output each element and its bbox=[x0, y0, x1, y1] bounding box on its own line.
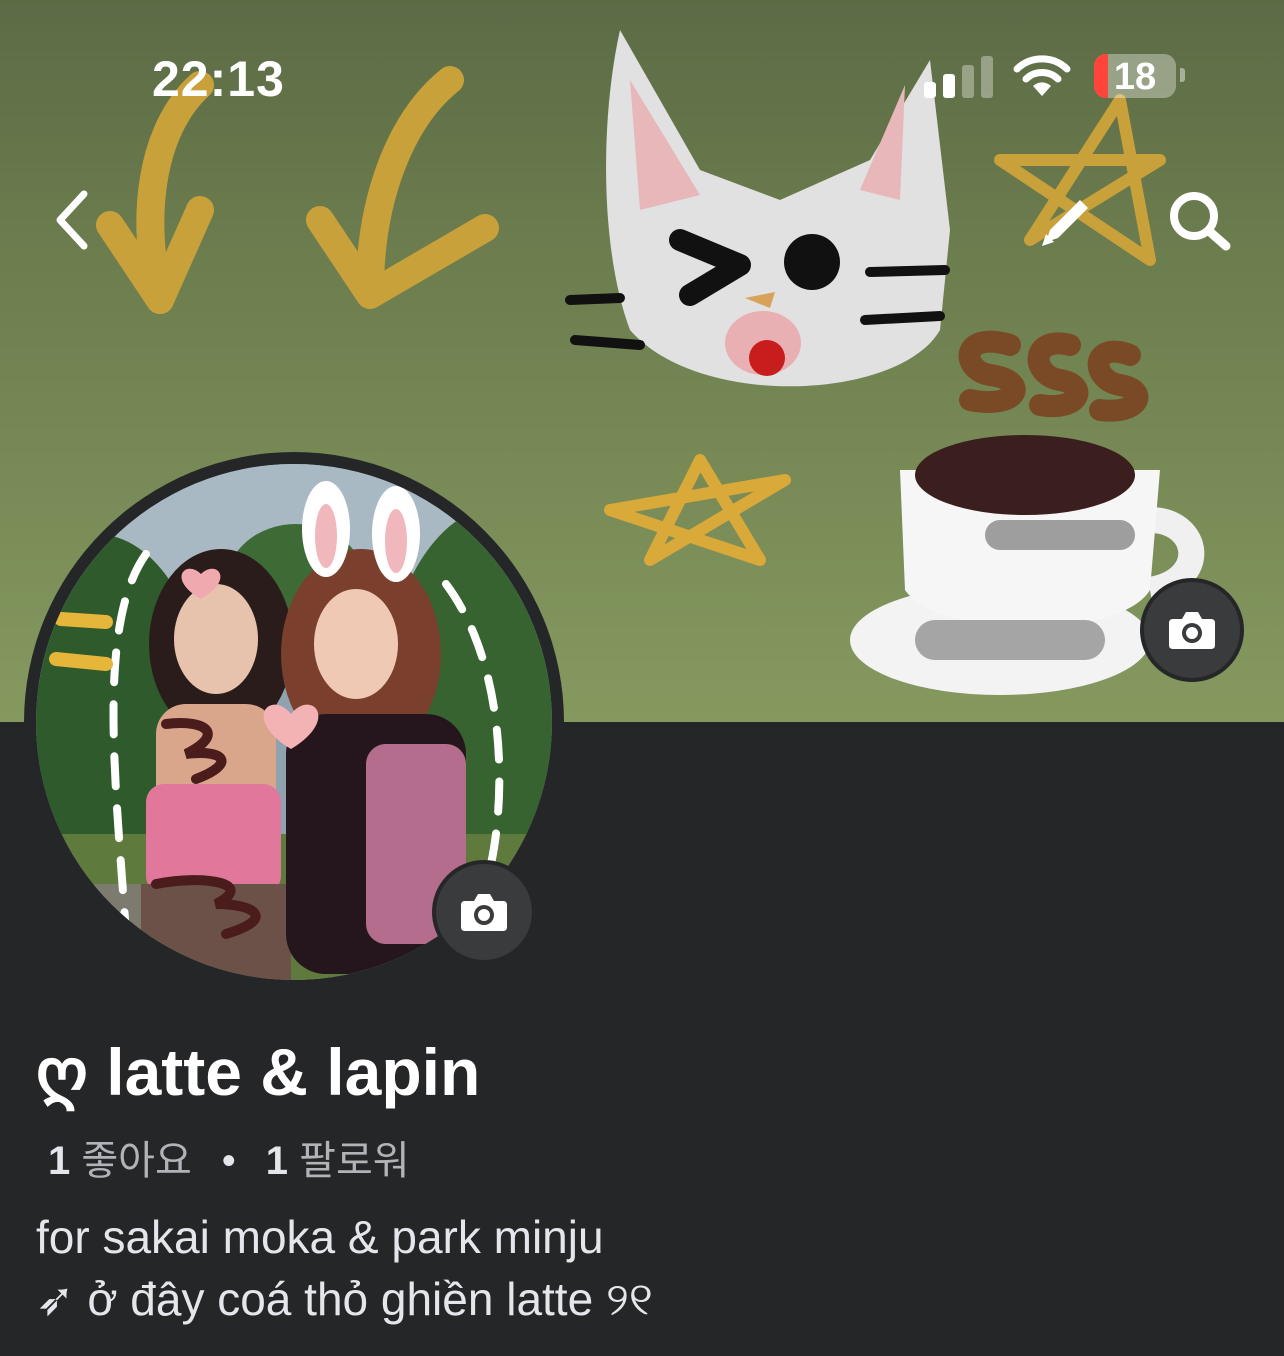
edit-cover-photo-button[interactable] bbox=[1140, 578, 1244, 682]
arrow-icon: ➶ bbox=[36, 1273, 75, 1325]
cellular-signal-icon bbox=[924, 56, 993, 98]
bio-line-2: ➶ ở đây coá thỏ ghiền latte ୨୧ bbox=[36, 1268, 653, 1330]
edit-button[interactable] bbox=[1030, 186, 1100, 256]
chevron-left-icon bbox=[56, 190, 88, 250]
followers-label: 팔로워 bbox=[299, 1139, 410, 1183]
page-title: ღ latte & lapin bbox=[36, 1034, 480, 1111]
camera-icon bbox=[461, 894, 507, 931]
bio-line-2-text: ở đây coá thỏ ghiền latte ୨୧ bbox=[87, 1273, 653, 1325]
page-title-prefix: ღ bbox=[36, 1035, 88, 1109]
battery-tip bbox=[1180, 68, 1185, 82]
likes-stat[interactable]: 1 좋아요 bbox=[48, 1139, 192, 1183]
status-time: 22:13 bbox=[152, 51, 285, 107]
star-doodle-middle bbox=[604, 454, 791, 566]
battery-percent: 18 bbox=[1113, 56, 1157, 98]
camera-icon bbox=[1169, 612, 1215, 649]
pencil-icon bbox=[1042, 200, 1088, 246]
wifi-icon bbox=[1013, 55, 1071, 96]
search-icon bbox=[1170, 192, 1231, 251]
followers-stat[interactable]: 1 팔로워 bbox=[266, 1139, 410, 1183]
likes-count: 1 bbox=[48, 1139, 71, 1183]
arrow-doodles bbox=[96, 66, 499, 314]
bio-line-1: for sakai moka & park minju bbox=[36, 1211, 604, 1263]
cat-doodle bbox=[565, 30, 950, 387]
back-button[interactable] bbox=[40, 180, 110, 260]
search-button[interactable] bbox=[1162, 186, 1242, 256]
likes-label: 좋아요 bbox=[81, 1139, 192, 1183]
coffee-cup-doodle bbox=[850, 435, 1205, 695]
steam-doodle bbox=[958, 330, 1149, 422]
page-bio: for sakai moka & park minju ➶ ở đây coá … bbox=[36, 1206, 653, 1330]
stats-separator: • bbox=[221, 1139, 236, 1183]
edit-profile-picture-button[interactable] bbox=[432, 860, 536, 964]
page-stats: 1 좋아요 • 1 팔로워 bbox=[48, 1128, 410, 1186]
battery-icon: 18 bbox=[1094, 54, 1176, 98]
followers-count: 1 bbox=[265, 1139, 289, 1183]
page-title-text: latte & lapin bbox=[106, 1035, 481, 1109]
